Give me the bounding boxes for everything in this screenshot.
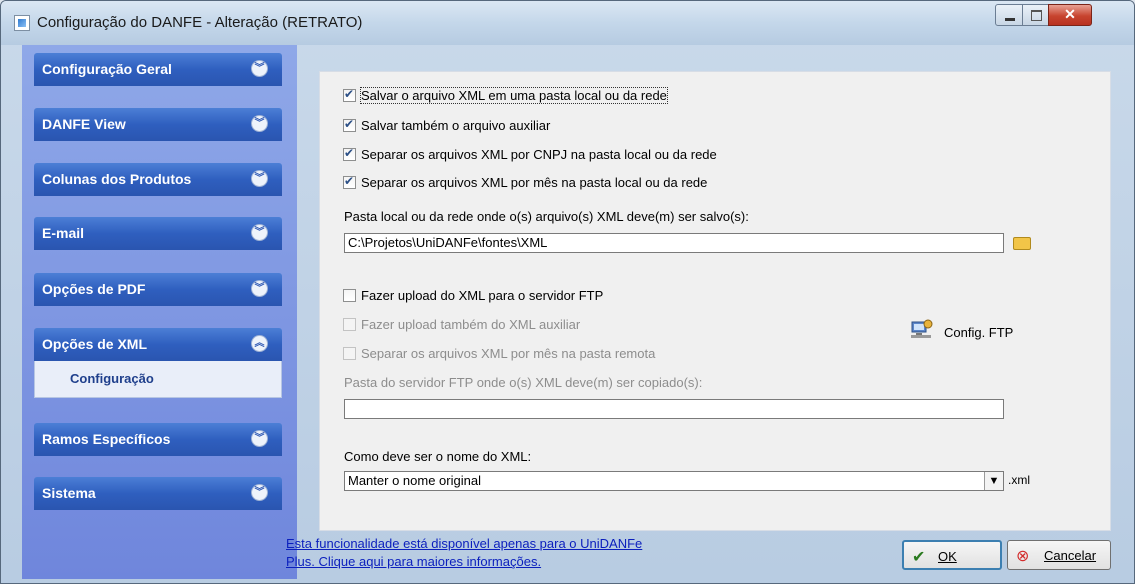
maximize-button[interactable]: [1022, 4, 1049, 26]
ftp-split-month-checkbox[interactable]: [343, 347, 356, 360]
split-month-label: Separar os arquivos XML por mês na pasta…: [361, 175, 708, 190]
ftp-split-month-label: Separar os arquivos XML por mês na pasta…: [361, 346, 656, 361]
ftp-upload-checkbox[interactable]: [343, 289, 356, 302]
plus-info-link-line2[interactable]: Plus. Clique aqui para maiores informaçõ…: [286, 554, 541, 569]
ftp-upload-label: Fazer upload do XML para o servidor FTP: [361, 288, 604, 303]
sidebar-section-ramos-especificos[interactable]: Ramos Específicos ︾: [34, 423, 282, 456]
window-title: Configuração do DANFE - Alteração (RETRA…: [37, 14, 363, 31]
sidebar-section-email[interactable]: E-mail ︾: [34, 217, 282, 250]
chevron-down-icon[interactable]: ▼: [984, 472, 1003, 490]
sidebar-section-label: Sistema: [42, 485, 96, 501]
sidebar-section-label: E-mail: [42, 225, 85, 241]
split-cnpj-label: Separar os arquivos XML por CNPJ na past…: [361, 147, 717, 162]
ftp-folder-label: Pasta do servidor FTP onde o(s) XML deve…: [344, 375, 703, 390]
save-aux-label: Salvar também o arquivo auxiliar: [361, 118, 551, 133]
folder-input[interactable]: C:\Projetos\UniDANFe\fontes\XML: [344, 233, 1004, 253]
minimize-icon: [1005, 18, 1015, 21]
sidebar-section-danfe-view[interactable]: DANFE View ︾: [34, 108, 282, 141]
close-icon: ✕: [1064, 6, 1076, 22]
save-local-checkbox[interactable]: [343, 87, 356, 102]
split-month-checkbox[interactable]: [343, 174, 356, 189]
chevron-down-icon[interactable]: ︾: [251, 115, 268, 132]
chevron-down-icon[interactable]: ︾: [251, 280, 268, 297]
main-window: Configuração do DANFE - Alteração (RETRA…: [0, 0, 1135, 584]
ok-button[interactable]: ✔ OK: [902, 540, 1002, 570]
cancel-button[interactable]: ⊗ Cancelar: [1007, 540, 1111, 570]
sidebar-section-opcoes-de-pdf[interactable]: Opções de PDF ︾: [34, 273, 282, 306]
sidebar-section-label: Opções de XML: [42, 336, 148, 352]
xml-options-panel: Salvar o arquivo XML em uma pasta local …: [319, 71, 1111, 531]
sidebar-item-label: Configuração: [70, 371, 154, 386]
title-bar[interactable]: Configuração do DANFE - Alteração (RETRA…: [1, 1, 1134, 45]
sidebar-section-opcoes-de-xml[interactable]: Opções de XML ︽: [34, 328, 282, 361]
chevron-down-icon[interactable]: ︾: [251, 430, 268, 447]
xml-suffix: .xml: [1008, 473, 1030, 487]
ftp-upload-option[interactable]: Fazer upload do XML para o servidor FTP: [343, 288, 603, 303]
minimize-button[interactable]: [995, 4, 1023, 26]
ftp-config-icon[interactable]: [911, 319, 933, 339]
plus-info-link-line1[interactable]: Esta funcionalidade está disponível apen…: [286, 536, 642, 551]
sidebar-item-configuracao[interactable]: Configuração: [34, 361, 282, 398]
ftp-aux-option[interactable]: Fazer upload também do XML auxiliar: [343, 317, 580, 332]
save-aux-checkbox[interactable]: [343, 117, 356, 132]
ok-label: OK: [938, 549, 957, 564]
split-month-option[interactable]: Separar os arquivos XML por mês na pasta…: [343, 174, 708, 190]
ftp-folder-input[interactable]: [344, 399, 1004, 419]
save-local-option[interactable]: Salvar o arquivo XML em uma pasta local …: [343, 87, 668, 104]
sidebar-section-configuracao-geral[interactable]: Configuração Geral ︾: [34, 53, 282, 86]
maximize-icon: [1031, 10, 1042, 21]
chevron-up-icon[interactable]: ︽: [251, 335, 268, 352]
cancel-label: Cancelar: [1044, 548, 1097, 563]
chevron-down-icon[interactable]: ︾: [251, 224, 268, 241]
sidebar: Configuração Geral ︾ DANFE View ︾ Coluna…: [22, 45, 297, 579]
chevron-down-icon[interactable]: ︾: [251, 60, 268, 77]
ftp-split-month-option[interactable]: Separar os arquivos XML por mês na pasta…: [343, 346, 655, 361]
sidebar-section-label: Configuração Geral: [42, 61, 172, 77]
app-icon: [14, 15, 30, 31]
split-cnpj-checkbox[interactable]: [343, 146, 356, 161]
sidebar-section-sistema[interactable]: Sistema ︾: [34, 477, 282, 510]
sidebar-section-label: DANFE View: [42, 116, 126, 132]
xml-name-label: Como deve ser o nome do XML:: [344, 449, 532, 464]
split-cnpj-option[interactable]: Separar os arquivos XML por CNPJ na past…: [343, 146, 717, 162]
folder-icon[interactable]: [1013, 237, 1031, 250]
save-local-label: Salvar o arquivo XML em uma pasta local …: [360, 87, 668, 104]
checkmark-icon: ✔: [912, 549, 926, 566]
xml-name-value: Manter o nome original: [348, 473, 481, 488]
ftp-aux-checkbox[interactable]: [343, 318, 356, 331]
chevron-down-icon[interactable]: ︾: [251, 170, 268, 187]
sidebar-section-colunas-dos-produtos[interactable]: Colunas dos Produtos ︾: [34, 163, 282, 196]
sidebar-section-label: Colunas dos Produtos: [42, 171, 192, 187]
sidebar-section-label: Ramos Específicos: [42, 431, 171, 447]
folder-label: Pasta local ou da rede onde o(s) arquivo…: [344, 209, 749, 224]
cancel-icon: ⊗: [1016, 548, 1030, 565]
close-button[interactable]: ✕: [1048, 4, 1092, 26]
save-aux-option[interactable]: Salvar também o arquivo auxiliar: [343, 117, 551, 133]
sidebar-section-label: Opções de PDF: [42, 281, 146, 297]
ftp-aux-label: Fazer upload também do XML auxiliar: [361, 317, 581, 332]
chevron-down-icon[interactable]: ︾: [251, 484, 268, 501]
ftp-config-button[interactable]: Config. FTP: [944, 325, 1013, 340]
xml-name-select[interactable]: Manter o nome original ▼: [344, 471, 1004, 491]
